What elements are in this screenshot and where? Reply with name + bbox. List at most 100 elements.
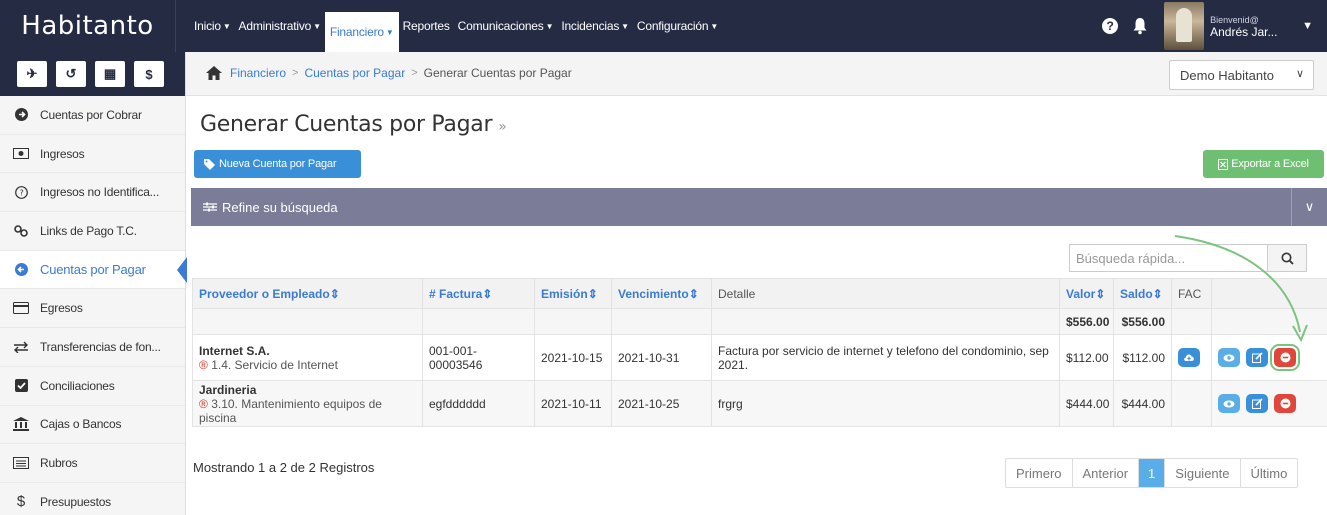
caret-down-icon[interactable]: ▼ [1302,20,1313,32]
company-select[interactable]: Demo Habitanto ∨ [1169,60,1314,90]
calculator-icon[interactable]: ▦ [95,61,125,87]
view-eye-icon[interactable] [1218,394,1240,413]
breadcrumb-cuentas-por-pagar[interactable]: Cuentas por Pagar [304,66,405,80]
sidebar-item-rubros[interactable]: Rubros [0,444,185,483]
col-proveedor[interactable]: Proveedor o Empleado⇕ [192,278,423,309]
menu-label: Reportes [402,19,450,33]
pager-next[interactable]: Siguiente [1165,459,1241,487]
col-actions [1211,278,1327,309]
cell-fac [1171,334,1212,381]
menu-administrativo[interactable]: Administrativo ▼ [235,0,325,52]
empty-cell [1171,308,1212,335]
menu-comunicaciones[interactable]: Comunicaciones ▼ [454,0,558,52]
cell-saldo: $444.00 [1113,380,1172,427]
menu-label: Comunicaciones [457,19,544,33]
col-valor[interactable]: Valor⇕ [1059,278,1114,309]
menu-configuracion[interactable]: Configuración ▼ [633,0,722,52]
sidebar-item-label: Conciliaciones [40,378,115,393]
paper-plane-icon[interactable]: ✈ [17,61,47,87]
table-row[interactable]: Internet S.A. ® 1.4. Servicio de Interne… [192,334,1327,381]
pager-first[interactable]: Primero [1006,459,1073,487]
view-eye-icon[interactable] [1218,348,1240,367]
menu-label: Incidencias [561,19,620,33]
chevron-down-icon[interactable]: ∨ [1291,188,1327,226]
pager-current-page[interactable]: 1 [1139,459,1166,487]
col-emision[interactable]: Emisión⇕ [534,278,612,309]
col-vencimiento[interactable]: Vencimiento⇕ [611,278,712,309]
user-info[interactable]: Bienvenid@ Andrés Jar... [1210,14,1302,38]
new-account-button[interactable]: Nueva Cuenta por Pagar [194,150,361,178]
menu-inicio[interactable]: Inicio ▼ [190,0,235,52]
user-area: ? Bienvenid@ Andrés Jar... ▼ [1102,0,1327,52]
sort-icon: ⇕ [329,286,340,301]
cell-fac [1171,380,1212,427]
bell-icon[interactable] [1132,17,1148,35]
exchange-icon [12,340,30,354]
menu-incidencias[interactable]: Incidencias ▼ [557,0,633,52]
cell-proveedor: Jardineria ® 3.10. Mantenimiento equipos… [192,380,423,427]
sidebar-item-ingresos[interactable]: Ingresos [0,135,185,174]
sidebar-item-cuentas-por-pagar[interactable]: Cuentas por Pagar [0,250,187,290]
search-button[interactable] [1267,244,1307,272]
menu-label: Configuración [636,19,709,33]
sidebar-item-presupuestos[interactable]: $ Presupuestos [0,483,185,515]
col-label: Proveedor o Empleado [199,286,330,301]
home-icon[interactable] [206,66,222,80]
page-title-text: Generar Cuentas por Pagar [200,112,493,137]
app-logo[interactable]: Habitanto [0,0,176,52]
empty-cell [534,308,612,335]
total-saldo: $556.00 [1113,308,1172,335]
help-icon[interactable]: ? [1102,18,1119,34]
pager-last[interactable]: Último [1241,459,1298,487]
menu-label: Financiero [329,25,384,39]
cloud-upload-icon[interactable] [1178,348,1200,367]
col-label: # Factura [429,286,483,301]
col-saldo[interactable]: Saldo⇕ [1113,278,1172,309]
sidebar-item-cajas-o-bancos[interactable]: Cajas o Bancos [0,406,185,445]
cell-valor: $444.00 [1059,380,1114,427]
main-menu: Inicio ▼ Administrativo ▼ Financiero ▼ Repo… [190,0,722,52]
delete-icon[interactable] [1270,344,1300,371]
cell-saldo: $112.00 [1113,334,1172,381]
sidebar-item-conciliaciones[interactable]: Conciliaciones [0,367,185,406]
sidebar-item-label: Ingresos [40,146,85,161]
export-excel-button[interactable]: Exportar a Excel [1203,150,1324,178]
records-count: Mostrando 1 a 2 de 2 Registros [193,460,375,475]
breadcrumb-financiero[interactable]: Financiero [230,66,286,80]
sort-icon: ⇕ [587,286,598,301]
quick-search-input[interactable]: Búsqueda rápida... [1069,244,1267,272]
provider-rubro: 1.4. Servicio de Internet [211,357,338,372]
sidebar-item-cuentas-por-cobrar[interactable]: Cuentas por Cobrar [0,96,185,135]
totals-row: $556.00 $556.00 [192,308,1327,335]
menu-label: Administrativo [238,19,312,33]
sidebar-item-label: Transferencias de fon... [40,339,161,354]
pager-prev[interactable]: Anterior [1073,459,1140,487]
sidebar-item-links-de-pago[interactable]: Links de Pago T.C. [0,212,185,251]
edit-icon[interactable] [1246,348,1268,367]
col-label: Emisión [541,286,588,301]
dollar-icon[interactable]: $ [134,61,164,87]
breadcrumb-separator: > [411,67,418,79]
cell-vencimiento: 2021-10-25 [611,380,712,427]
dollar-sign-icon: $ [16,493,26,511]
delete-icon[interactable] [1274,394,1296,413]
history-icon[interactable]: ↺ [56,61,86,87]
sidebar-item-egresos[interactable]: Egresos [0,289,185,329]
col-label: Valor [1066,286,1096,301]
col-factura[interactable]: # Factura⇕ [422,278,535,309]
menu-financiero[interactable]: Financiero ▼ [324,12,399,52]
table-row[interactable]: Jardineria ® 3.10. Mantenimiento equipos… [192,380,1327,427]
sidebar-item-transferencias[interactable]: Transferencias de fon... [0,328,185,367]
caret-down-icon: ▼ [621,21,629,31]
sidebar-item-label: Rubros [40,456,78,471]
accounts-payable-table: Proveedor o Empleado⇕ # Factura⇕ Emisión… [192,278,1327,427]
edit-icon[interactable] [1246,394,1268,413]
breadcrumb-separator: > [292,67,299,79]
sidebar-item-ingresos-no-identificados[interactable]: ? Ingresos no Identifica... [0,173,185,213]
refine-search-panel[interactable]: Refine su búsqueda ∨ [191,188,1327,226]
circle-arrow-icon [12,108,30,122]
menu-reportes[interactable]: Reportes [399,0,454,52]
chevron-down-icon: ∨ [1295,68,1304,80]
avatar[interactable] [1164,2,1205,50]
empty-cell [611,308,712,335]
